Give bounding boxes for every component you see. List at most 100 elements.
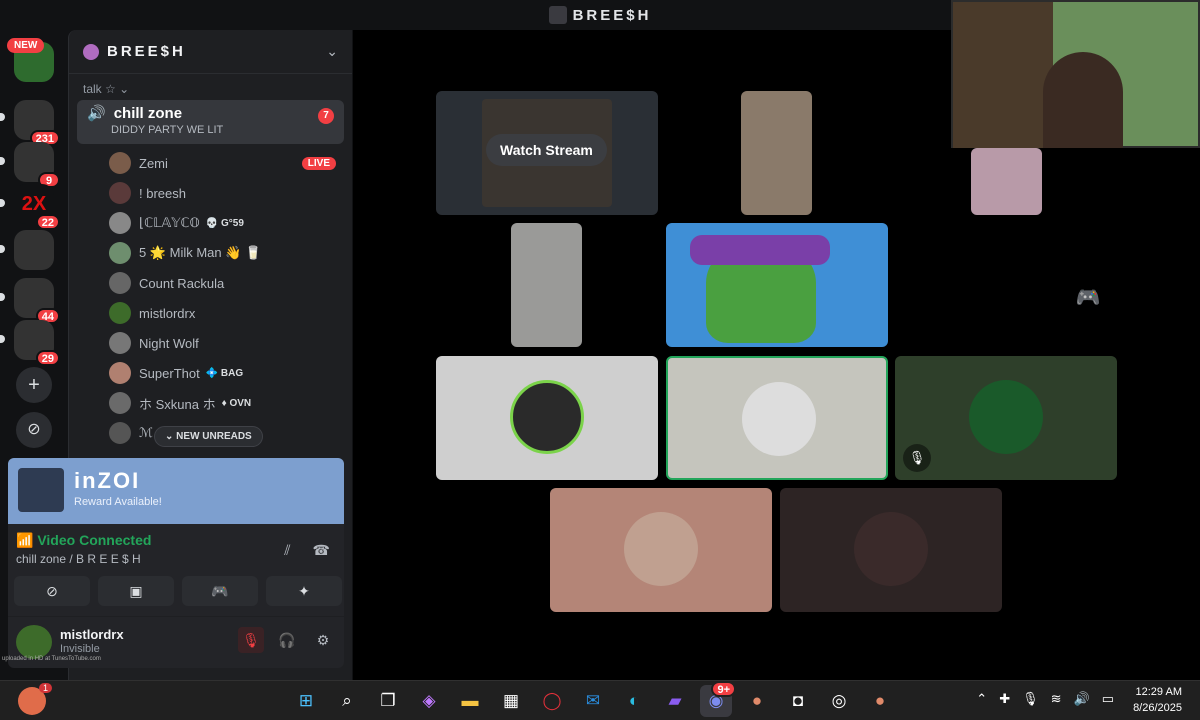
- server-icon-3[interactable]: 2X 22: [14, 184, 60, 230]
- server-icon-6[interactable]: 29: [14, 320, 60, 366]
- voice-user[interactable]: ホ Sxkuna ホ ♦ OVN: [69, 388, 352, 418]
- activities-icon[interactable]: 🎮: [182, 576, 258, 606]
- new-unreads-button[interactable]: ⌄ NEW UNREADS: [154, 426, 263, 447]
- mic-muted-icon[interactable]: 🎙: [238, 627, 264, 653]
- window-title: BREE$H: [572, 6, 652, 24]
- edge-icon[interactable]: ◐: [618, 685, 650, 717]
- volume-icon[interactable]: 🔊: [1074, 691, 1090, 707]
- new-badge: NEW: [7, 38, 45, 53]
- category-label[interactable]: talk ☆ ⌄: [69, 74, 352, 100]
- my-status: Invisible: [60, 643, 100, 655]
- avatar-tile-speaking[interactable]: [666, 356, 888, 480]
- copilot-icon[interactable]: ◈: [413, 685, 445, 717]
- disconnect-icon[interactable]: ☎: [313, 542, 330, 559]
- soundboard-icon[interactable]: ✦: [266, 576, 342, 606]
- voice-user-name: Night Wolf: [139, 335, 199, 351]
- server-icon-4[interactable]: [14, 230, 54, 270]
- task-view-icon[interactable]: ❐: [372, 685, 404, 717]
- avatar-tile-3[interactable]: 🎙: [895, 356, 1117, 480]
- voice-user-name: ! breesh: [139, 185, 186, 201]
- server-logo-icon: [548, 6, 567, 24]
- voice-user-list: Zemi LIVE ! breesh ⌊ℂ𝕃𝔸𝕐ℂ𝕆 💀 G°59 5 🌟 Milk Ma…: [69, 148, 352, 448]
- voice-user[interactable]: Zemi LIVE: [69, 148, 352, 178]
- start-icon[interactable]: ⊞: [290, 685, 322, 717]
- noise-suppression-icon[interactable]: ⫽: [284, 542, 290, 559]
- voice-user[interactable]: Night Wolf: [69, 328, 352, 358]
- battery-icon[interactable]: ▭: [1102, 691, 1114, 707]
- wifi-icon[interactable]: ≋: [1051, 691, 1062, 707]
- avatar: [109, 182, 131, 204]
- watch-stream-button[interactable]: Watch Stream: [486, 134, 607, 166]
- voice-user-name: ⌊ℂ𝕃𝔸𝕐ℂ𝕆: [139, 215, 200, 230]
- notification-icon[interactable]: 1: [18, 683, 52, 715]
- app-tray-icon[interactable]: ✚: [999, 691, 1010, 707]
- my-username: mistlordrx: [60, 627, 124, 642]
- user-tag: 💠 BAG: [205, 367, 244, 379]
- app-icon-1[interactable]: ●: [741, 685, 773, 717]
- gear-icon[interactable]: ⚙: [310, 627, 336, 653]
- avatar-tile-4[interactable]: [550, 488, 772, 612]
- voice-location[interactable]: chill zone / B R E E $ H: [16, 552, 141, 566]
- server-icon-5[interactable]: 44: [14, 278, 60, 324]
- voice-channel-chill-zone[interactable]: 🔊 chill zone DIDDY PARTY WE LIT 7: [77, 100, 344, 144]
- avatar-tile-1[interactable]: [436, 356, 658, 480]
- headphones-icon[interactable]: 🎧: [274, 627, 300, 653]
- avatar: [109, 332, 131, 354]
- voice-user[interactable]: Count Rackula: [69, 268, 352, 298]
- add-server-icon[interactable]: +: [16, 367, 52, 403]
- voice-user[interactable]: 5 🌟 Milk Man 👋 🥛: [69, 238, 352, 268]
- voice-user[interactable]: ⌊ℂ𝕃𝔸𝕐ℂ𝕆 💀 G°59: [69, 208, 352, 238]
- user-tag: 💀 G°59: [205, 217, 244, 229]
- promo-brand: inZOI: [74, 468, 141, 493]
- server-header[interactable]: BREE$H ⌄: [69, 30, 352, 74]
- chevron-up-icon[interactable]: ⌃: [976, 691, 987, 707]
- camera-off-icon[interactable]: ⊘: [14, 576, 90, 606]
- gamepad-icon: 🎮: [1075, 287, 1101, 309]
- outlook-icon[interactable]: ✉: [577, 685, 609, 717]
- clock[interactable]: 12:29 AM 8/26/2025: [1133, 684, 1182, 716]
- avatar[interactable]: [16, 625, 52, 659]
- obs-icon[interactable]: ◎: [823, 685, 855, 717]
- compass-icon[interactable]: ⊘: [16, 412, 52, 448]
- video-tile-3[interactable]: [511, 223, 582, 347]
- avatar: [109, 392, 131, 414]
- avatar-tile-5[interactable]: [780, 488, 1002, 612]
- stream-tile[interactable]: Watch Stream: [436, 91, 658, 215]
- search-icon[interactable]: ⌕: [331, 685, 363, 717]
- avatar: [109, 152, 131, 174]
- screen-share-icon[interactable]: ▣: [98, 576, 174, 606]
- microphone-icon[interactable]: 🎙: [1022, 691, 1039, 707]
- voice-user-name: 5 🌟 Milk Man 👋 🥛: [139, 245, 262, 260]
- server-icon-2[interactable]: 9: [14, 142, 60, 188]
- voice-user[interactable]: ! breesh: [69, 178, 352, 208]
- file-explorer-icon[interactable]: ▬: [454, 685, 486, 717]
- server-boost-icon: [83, 43, 99, 60]
- server-icon-1[interactable]: 231: [14, 100, 60, 146]
- discord-icon[interactable]: ◉ 9+: [700, 681, 736, 717]
- taskbar: 1 ⊞ ⌕ ❐ ◈ ▬ ▦ ◯ ✉ ◐ ▰ ◉ 9+ ● ◘ ◎ ● ⌃ ✚ 🎙 …: [0, 680, 1200, 720]
- promo-reward: Reward Available!: [74, 496, 162, 508]
- opera-icon[interactable]: ◯: [536, 685, 568, 717]
- video-tile-1[interactable]: [741, 91, 812, 215]
- user-status-icons: LIVE: [301, 156, 336, 170]
- clipchamp-icon[interactable]: ▰: [659, 685, 691, 717]
- voice-user[interactable]: mistlordrx: [69, 298, 352, 328]
- promo-image: [18, 468, 64, 512]
- avatar: [109, 212, 131, 234]
- video-tile-2[interactable]: [971, 148, 1042, 215]
- voice-user-name: mistlordrx: [139, 305, 196, 321]
- voice-user[interactable]: SuperThot 💠 BAG: [69, 358, 352, 388]
- channel-badge: 7: [318, 108, 334, 124]
- voice-panel: 📶 Video Connected chill zone / B R E E $…: [8, 524, 344, 668]
- store-icon[interactable]: ▦: [495, 685, 527, 717]
- camera-icon[interactable]: ◘: [782, 685, 814, 717]
- webcam-overlay: [951, 0, 1200, 148]
- video-tile-pepe[interactable]: [666, 223, 888, 347]
- app-icon-2[interactable]: ●: [864, 685, 896, 717]
- voice-status: 📶 Video Connected: [16, 532, 152, 548]
- voice-user-name: Zemi: [139, 155, 168, 171]
- promo-banner[interactable]: inZOI Reward Available!: [8, 458, 344, 524]
- avatar: [109, 272, 131, 294]
- upload-caption: uploaded in HD at TunesToTube.com: [2, 656, 101, 662]
- user-tag: ♦ OVN: [221, 397, 252, 409]
